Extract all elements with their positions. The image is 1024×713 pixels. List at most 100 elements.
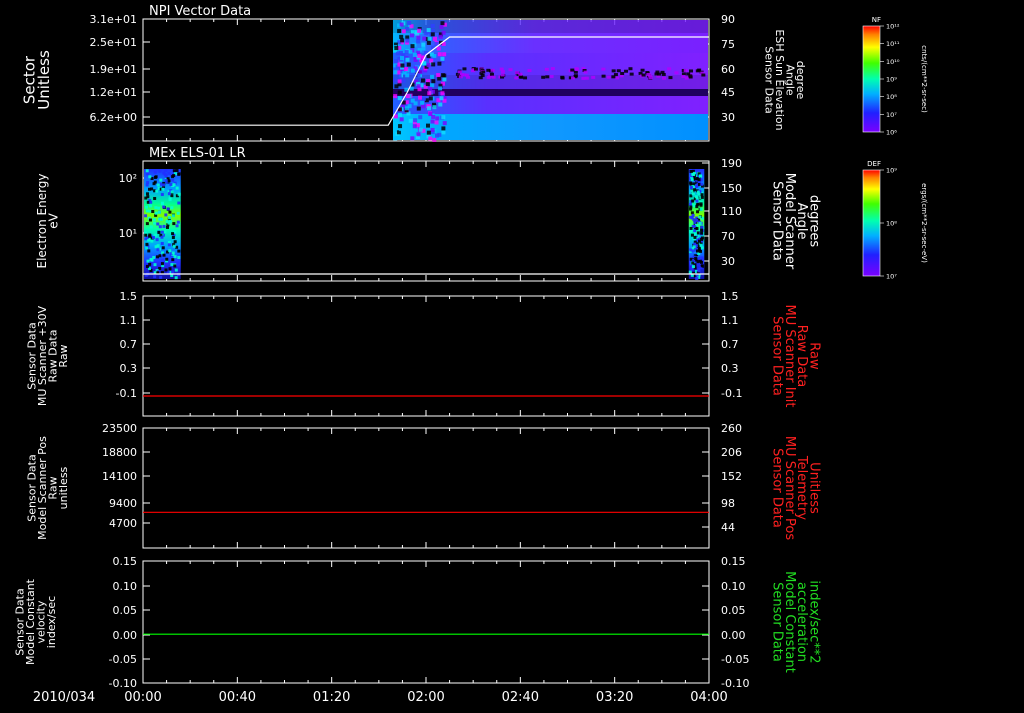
els-cell (161, 187, 165, 191)
els-cell (175, 169, 179, 173)
els-cell (153, 275, 157, 279)
y-axis-label-right: degree (794, 61, 807, 100)
y-tick-label-right: 0.3 (721, 362, 739, 375)
y-tick-label: 0.7 (120, 338, 138, 351)
heatmap-cell (527, 69, 532, 73)
els-cell (155, 238, 159, 242)
y-tick-label-right: 1.1 (721, 314, 739, 327)
els-cell (694, 257, 698, 261)
heatmap-cell (418, 69, 423, 74)
y-tick-label: 10² (119, 172, 137, 185)
heatmap-cell (458, 75, 463, 79)
els-cell (160, 262, 164, 266)
heatmap-cell (434, 133, 439, 138)
els-cell (161, 201, 165, 205)
els-cell (691, 265, 695, 269)
els-cell (171, 175, 175, 179)
heatmap-cell (430, 74, 435, 79)
els-cell (154, 245, 158, 249)
y-axis-label: index/sec (45, 596, 58, 648)
els-cell (164, 174, 168, 178)
els-cell (695, 218, 699, 222)
heatmap-cell (405, 57, 410, 62)
heatmap-cell (394, 46, 399, 51)
els-cell (694, 184, 698, 188)
els-cell (695, 199, 699, 203)
y-axis-label-right: Unitless (807, 462, 822, 514)
colorbar-tick-label: 10⁹ (886, 76, 897, 84)
y-tick-label-right: 0.10 (721, 580, 746, 593)
heatmap-cell (399, 56, 404, 61)
y-tick-label-right: 30 (721, 255, 735, 268)
heatmap-cell (427, 36, 432, 41)
heatmap-cell (515, 71, 520, 75)
els-cell (168, 249, 172, 253)
heatmap-cell (412, 124, 417, 129)
els-cell (689, 226, 693, 230)
els-cell (157, 230, 161, 234)
els-cell (168, 198, 172, 202)
y-tick-label: 23500 (102, 422, 137, 435)
y-tick-label: 4700 (109, 517, 137, 530)
heatmap-cell (426, 130, 431, 135)
heatmap-cell (640, 68, 645, 72)
y-tick-label-right: 98 (721, 497, 735, 510)
time-tick-label: 01:20 (313, 690, 350, 705)
els-cell (689, 186, 693, 190)
y-tick-label: 1.1 (120, 314, 138, 327)
heatmap-cell (499, 67, 504, 71)
heatmap-cell (646, 72, 651, 76)
heatmap-cell (410, 68, 415, 73)
heatmap-cell (435, 116, 440, 121)
colorbar-tick-label: 10⁷ (886, 273, 897, 281)
heatmap-cell (441, 126, 446, 131)
els-cell (152, 255, 156, 259)
els-cell (700, 236, 704, 240)
heatmap-cell (420, 100, 425, 105)
els-cell (156, 255, 160, 259)
heatmap-cell (674, 71, 679, 75)
heatmap-cell (416, 132, 421, 137)
y-tick-label-right: -0.10 (721, 677, 749, 690)
els-cell (161, 258, 165, 262)
els-cell (689, 248, 693, 252)
els-cell (692, 225, 696, 229)
els-cell (145, 169, 149, 173)
panel-frame-mu_raw (142, 295, 710, 417)
els-cell (693, 188, 697, 192)
els-cell (697, 267, 701, 271)
els-cell (153, 170, 157, 174)
y-tick-label: 14100 (102, 470, 137, 483)
els-cell (171, 214, 175, 218)
els-cell (145, 183, 149, 187)
heatmap-cell (457, 70, 462, 74)
heatmap-cell (681, 75, 686, 79)
heatmap-cell (427, 91, 432, 96)
els-cell (162, 205, 166, 209)
heatmap-cell (661, 76, 666, 80)
els-cell (160, 230, 164, 234)
heatmap-cell (410, 44, 415, 49)
els-cell (153, 180, 157, 184)
heatmap-cell (648, 76, 653, 80)
heatmap-cell (432, 137, 437, 142)
y-axis-label: Unitless (35, 50, 53, 110)
els-cell (171, 178, 175, 182)
y-tick-label: 2.5e+01 (90, 36, 137, 49)
els-cell (144, 214, 148, 218)
y-tick-label-right: 1.5 (721, 290, 739, 303)
heatmap-cell (431, 79, 436, 84)
els-cell (154, 211, 158, 215)
els-cell (168, 267, 172, 271)
colorbar-tick-label: 10⁹ (886, 167, 897, 175)
y-tick-label-right: 45 (721, 86, 735, 99)
time-tick-label: 02:00 (407, 690, 444, 705)
heatmap-cell (620, 71, 625, 75)
heatmap-cell (410, 98, 415, 103)
els-cell (698, 221, 702, 225)
heatmap-cell (397, 90, 402, 95)
els-cell (691, 172, 695, 176)
heatmap-cell (437, 76, 442, 81)
els-cell (164, 268, 168, 272)
els-cell (690, 211, 694, 215)
